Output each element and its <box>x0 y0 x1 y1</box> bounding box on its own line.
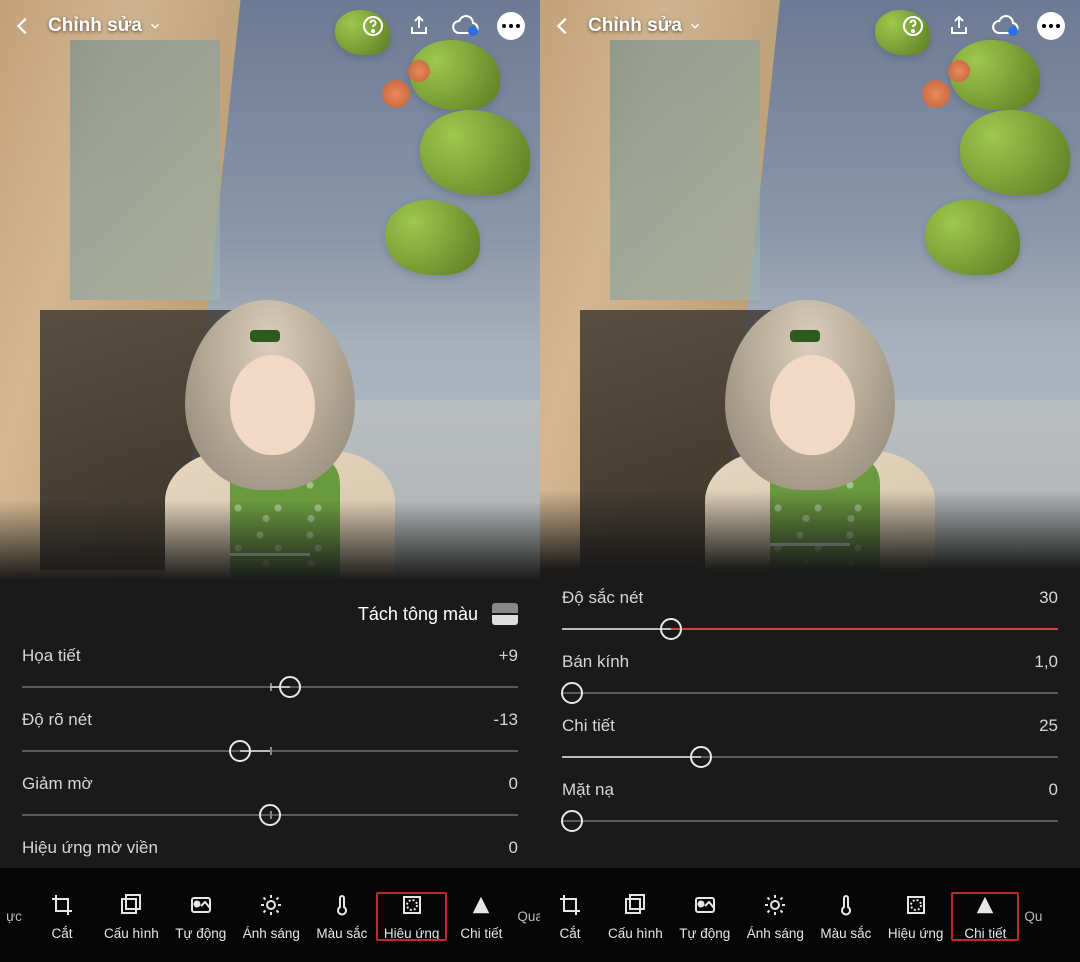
sun-icon <box>762 892 788 918</box>
tool-profile[interactable]: Cấu hình <box>96 892 167 941</box>
detail-icon <box>972 892 998 918</box>
tool-color[interactable]: Màu sắc <box>308 892 376 941</box>
slider-detail[interactable]: Chi tiết 25 <box>562 716 1058 770</box>
bottom-toolbar[interactable]: ực Cắt Cấu hình Tự động Ánh sáng Màu sắc… <box>0 868 540 962</box>
slider-label: Độ rõ nét <box>22 710 92 730</box>
slider-value: 0 <box>509 838 518 858</box>
profiles-icon <box>622 892 648 918</box>
slider-masking[interactable]: Mặt nạ 0 <box>562 780 1058 834</box>
tool-effects[interactable]: Hiệu ứng <box>880 892 952 941</box>
photo-preview[interactable] <box>0 0 540 580</box>
back-icon[interactable] <box>12 15 34 37</box>
slider-label: Mặt nạ <box>562 780 614 800</box>
effects-icon <box>903 892 929 918</box>
detail-icon <box>468 892 494 918</box>
slider-label: Hiệu ứng mờ viền <box>22 838 158 858</box>
cloud-icon[interactable] <box>448 9 482 43</box>
auto-icon <box>692 892 718 918</box>
slider-label: Giảm mờ <box>22 774 93 794</box>
tool-crop[interactable]: Cắt <box>28 892 96 941</box>
slider-label: Bán kính <box>562 652 629 672</box>
help-icon[interactable] <box>896 9 930 43</box>
app-pane-left: Chỉnh sửa <box>0 0 540 962</box>
slider-radius[interactable]: Bán kính 1,0 <box>562 652 1058 706</box>
split-tone-button[interactable]: Tách tông màu <box>22 592 518 636</box>
split-tone-icon <box>492 603 518 625</box>
slider-dehaze[interactable]: Giảm mờ 0 <box>22 774 518 828</box>
crop-icon <box>49 892 75 918</box>
thermometer-icon <box>329 892 355 918</box>
slider-value: 0 <box>1049 780 1058 800</box>
tool-auto[interactable]: Tự động <box>671 892 739 941</box>
slider-label: Chi tiết <box>562 716 615 736</box>
tool-auto[interactable]: Tự động <box>167 892 235 941</box>
share-icon[interactable] <box>402 9 436 43</box>
share-icon[interactable] <box>942 9 976 43</box>
effects-icon <box>399 892 425 918</box>
tool-light[interactable]: Ánh sáng <box>235 892 308 941</box>
slider-value: -13 <box>493 710 518 730</box>
cloud-icon[interactable] <box>988 9 1022 43</box>
help-icon[interactable] <box>356 9 390 43</box>
tool-detail[interactable]: Chi tiết <box>951 892 1019 941</box>
slider-value: 1,0 <box>1034 652 1058 672</box>
slider-label: Họa tiết <box>22 646 81 666</box>
trunc-right[interactable]: Qu <box>1019 909 1047 924</box>
more-icon[interactable] <box>1034 9 1068 43</box>
tool-crop[interactable]: Cắt <box>540 892 600 941</box>
slider-value: 0 <box>509 774 518 794</box>
tool-color[interactable]: Màu sắc <box>812 892 880 941</box>
auto-icon <box>188 892 214 918</box>
back-icon[interactable] <box>552 15 574 37</box>
slider-sharpening[interactable]: Độ sắc nét 30 <box>562 588 1058 642</box>
slider-value: +9 <box>499 646 518 666</box>
sun-icon <box>258 892 284 918</box>
page-title[interactable]: Chỉnh sửa <box>48 15 162 37</box>
crop-icon <box>557 892 583 918</box>
photo-preview[interactable] <box>540 0 1080 570</box>
top-bar: Chỉnh sửa <box>540 0 1080 52</box>
slider-texture[interactable]: Họa tiết +9 <box>22 646 518 700</box>
slider-label: Độ sắc nét <box>562 588 643 608</box>
app-pane-right: Chỉnh sửa <box>540 0 1080 962</box>
slider-value: 30 <box>1039 588 1058 608</box>
bottom-toolbar[interactable]: Cắt Cấu hình Tự động Ánh sáng Màu sắc Hi… <box>540 868 1080 962</box>
tool-light[interactable]: Ánh sáng <box>739 892 812 941</box>
split-tone-label: Tách tông màu <box>358 604 478 625</box>
profiles-icon <box>118 892 144 918</box>
tool-detail[interactable]: Chi tiết <box>447 892 515 941</box>
more-icon[interactable] <box>494 9 528 43</box>
slider-value: 25 <box>1039 716 1058 736</box>
trunc-left[interactable]: ực <box>0 909 28 924</box>
page-title-text: Chỉnh sửa <box>48 15 142 37</box>
page-title[interactable]: Chỉnh sửa <box>588 15 702 37</box>
tool-effects[interactable]: Hiệu ứng <box>376 892 448 941</box>
top-bar: Chỉnh sửa <box>0 0 540 52</box>
thermometer-icon <box>833 892 859 918</box>
tool-profile[interactable]: Cấu hình <box>600 892 671 941</box>
slider-clarity[interactable]: Độ rõ nét -13 <box>22 710 518 764</box>
page-title-text: Chỉnh sửa <box>588 15 682 37</box>
